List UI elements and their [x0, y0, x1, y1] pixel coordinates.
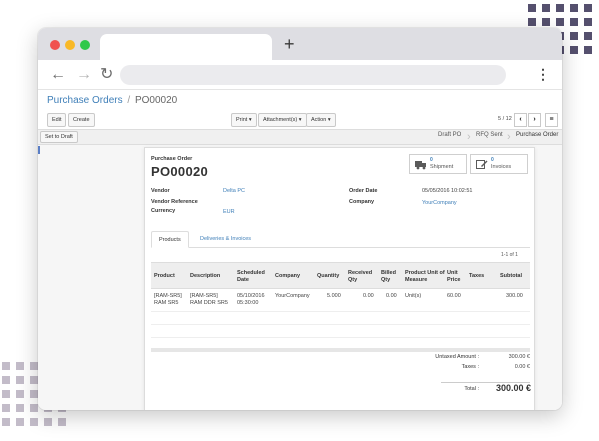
browser-tab[interactable]: [100, 34, 272, 60]
cell-quantity: 5.000: [327, 293, 341, 299]
browser-tab-bar: +: [38, 28, 562, 60]
stage-rfq-sent[interactable]: RFQ Sent: [476, 132, 503, 138]
table-row[interactable]: [RAM-SR5] RAM SR5 [RAM-SR5] RAM DDR SR5 …: [151, 290, 530, 312]
status-bar: Set to Draft Draft PO › RFQ Sent › Purch…: [38, 129, 562, 145]
order-date-label: Order Date: [349, 188, 378, 194]
pager-previous-button[interactable]: ‹: [514, 113, 527, 127]
stage-purchase-order[interactable]: Purchase Order: [516, 132, 558, 138]
untaxed-amount-value: 300.00 €: [508, 354, 530, 360]
cell-unit-price: 60.00: [447, 293, 461, 299]
table-header: Product Description Scheduled Date Compa…: [151, 262, 530, 289]
cell-scheduled-date: 05/10/2016: [237, 293, 265, 299]
edit-icon: [476, 160, 488, 169]
cell-description-name: RAM DDR SR5: [190, 300, 228, 306]
pager-value[interactable]: 5 / 12: [498, 116, 512, 122]
order-date-field[interactable]: 05/05/2016 10:02:51: [422, 188, 472, 194]
stage-draft-po[interactable]: Draft PO: [438, 132, 461, 138]
breadcrumb-current: PO00020: [134, 95, 178, 106]
taxes-value: 0.00 €: [514, 364, 530, 370]
minimize-window-button[interactable]: [65, 40, 75, 50]
pager-next-button[interactable]: ›: [528, 113, 541, 127]
tab-deliveries-invoices[interactable]: Deliveries & Invoices: [193, 231, 258, 248]
invoices-smart-button[interactable]: 0 Invoices: [470, 154, 528, 174]
column-unit-of-measure[interactable]: Product Unit of Measure: [405, 263, 445, 290]
column-received-qty[interactable]: Received Qty: [348, 263, 376, 290]
record-kind-label: Purchase Order: [151, 156, 193, 162]
company-field[interactable]: YourCompany: [422, 200, 457, 206]
address-bar[interactable]: [120, 65, 506, 85]
column-scheduled-date[interactable]: Scheduled Date: [237, 263, 271, 290]
company-label: Company: [349, 199, 375, 205]
column-unit-price[interactable]: Unit Price: [447, 263, 465, 290]
invoices-label: Invoices: [491, 164, 512, 170]
stage-chevron-icon: ›: [467, 131, 471, 143]
odoo-app: Purchase Orders / PO00020 Edit Create Pr…: [38, 90, 562, 410]
column-subtotal[interactable]: Subtotal: [500, 263, 522, 290]
notebook-tabs: Products Deliveries & Invoices: [151, 231, 530, 248]
action-dropdown[interactable]: Action ▾: [306, 113, 336, 127]
shipment-label: Shipment: [430, 164, 454, 170]
control-panel: Edit Create Print ▾ Attachment(s) ▾ Acti…: [38, 112, 562, 129]
cell-description-code: [RAM-SR5]: [190, 293, 218, 299]
empty-row: [151, 313, 530, 325]
maximize-window-button[interactable]: [80, 40, 90, 50]
column-company[interactable]: Company: [275, 263, 300, 290]
edit-button[interactable]: Edit: [47, 113, 67, 127]
form-sheet: Purchase Order PO00020 0 Shipment 0 Invo…: [144, 147, 535, 410]
column-description[interactable]: Description: [190, 263, 220, 290]
set-to-draft-button[interactable]: Set to Draft: [40, 131, 78, 143]
total-value: 300.00 €: [495, 383, 531, 393]
cell-received-qty: 0.00: [363, 293, 374, 299]
truck-icon: [415, 161, 426, 170]
new-tab-button[interactable]: +: [284, 33, 295, 55]
reload-icon[interactable]: ↻: [100, 65, 113, 85]
record-count: 1-1 of 1: [501, 252, 518, 258]
cell-scheduled-time: 05:30:00: [237, 300, 259, 306]
print-dropdown[interactable]: Print ▾: [231, 113, 257, 127]
column-billed-qty[interactable]: Billed Qty: [381, 263, 397, 290]
forward-arrow-icon[interactable]: →: [76, 65, 92, 85]
vendor-field[interactable]: Delta PC: [223, 188, 245, 194]
column-quantity[interactable]: Quantity: [317, 263, 339, 290]
cell-billed-qty: 0.00: [386, 293, 397, 299]
invoices-count: 0: [491, 157, 494, 163]
cell-unit-of-measure: Unit(s): [405, 293, 422, 299]
currency-label: Currency: [151, 208, 176, 214]
cell-subtotal: 300.00: [506, 293, 523, 299]
close-window-button[interactable]: [50, 40, 60, 50]
currency-field[interactable]: EUR: [223, 209, 235, 215]
back-arrow-icon[interactable]: ←: [50, 65, 66, 85]
cell-company: YourCompany: [275, 293, 310, 299]
cell-product-name: RAM SR5: [154, 300, 179, 306]
vendor-reference-label: Vendor Reference: [151, 199, 198, 205]
left-edge-marker: [38, 146, 40, 154]
empty-row: [151, 326, 530, 338]
stage-chevron-icon: ›: [507, 131, 511, 143]
column-product[interactable]: Product: [154, 263, 175, 290]
table-footer: [151, 348, 530, 352]
column-taxes[interactable]: Taxes: [469, 263, 484, 290]
browser-menu-icon[interactable]: ⋮: [536, 66, 550, 83]
taxes-label: Taxes :: [461, 364, 479, 370]
breadcrumb-purchase-orders[interactable]: Purchase Orders: [47, 95, 123, 106]
order-name: PO00020: [151, 164, 209, 179]
create-button[interactable]: Create: [68, 113, 95, 127]
vendor-label: Vendor: [151, 188, 170, 194]
browser-nav-bar: ← → ↻ ⋮: [38, 60, 562, 90]
shipment-count: 0: [430, 157, 433, 163]
cell-product-code: [RAM-SR5]: [154, 293, 182, 299]
breadcrumb-separator: /: [127, 95, 131, 106]
untaxed-amount-label: Untaxed Amount :: [435, 354, 479, 360]
list-menu-icon[interactable]: ≡: [545, 113, 558, 127]
total-label: Total :: [464, 386, 479, 392]
stage: + ← → ↻ ⋮ Purchase Orders / PO00020 Edit…: [0, 0, 599, 441]
breadcrumb: Purchase Orders / PO00020: [38, 90, 562, 112]
shipment-smart-button[interactable]: 0 Shipment: [409, 154, 467, 174]
browser-window: + ← → ↻ ⋮ Purchase Orders / PO00020 Edit…: [38, 28, 562, 410]
tab-products[interactable]: Products: [151, 231, 189, 248]
attachments-dropdown[interactable]: Attachment(s) ▾: [258, 113, 307, 127]
